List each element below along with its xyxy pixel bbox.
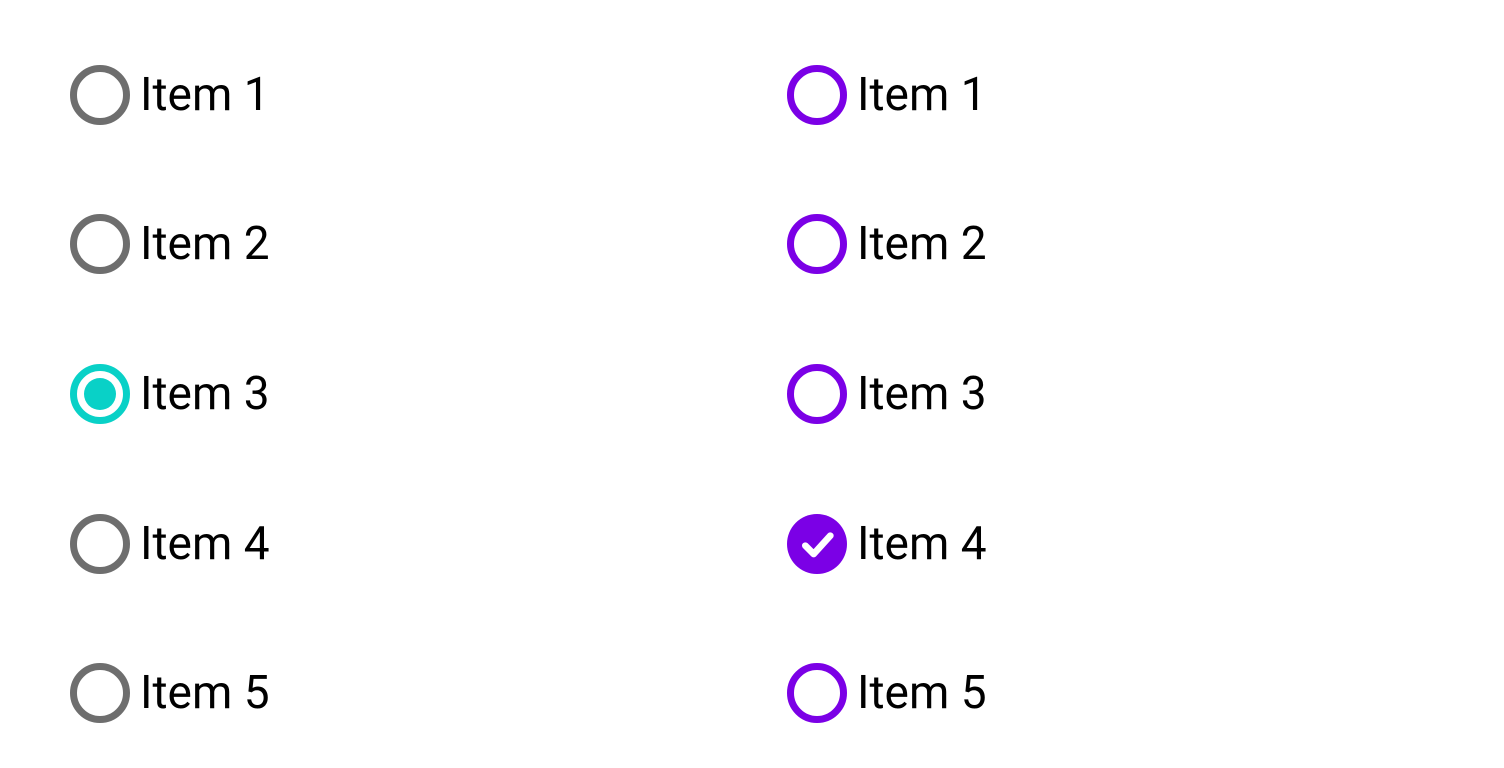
radio-option[interactable]: Item 3 [787,319,1504,469]
radio-unchecked-icon [70,65,130,125]
radio-unchecked-icon [70,663,130,723]
radio-label: Item 2 [857,221,987,267]
radio-unchecked-icon [787,65,847,125]
radio-option[interactable]: Item 5 [70,618,787,768]
radio-option[interactable]: Item 1 [787,20,1504,170]
radio-option[interactable]: Item 2 [70,170,787,320]
radio-label: Item 4 [857,521,987,567]
radio-unchecked-icon [787,663,847,723]
radio-option[interactable]: Item 3 [70,319,787,469]
radio-option[interactable]: Item 4 [787,469,1504,619]
radio-unchecked-icon [70,514,130,574]
radio-unchecked-icon [787,364,847,424]
radio-label: Item 4 [140,521,270,567]
radio-label: Item 5 [857,670,987,716]
radio-option[interactable]: Item 2 [787,170,1504,320]
check-icon [797,524,837,564]
radio-label: Item 1 [857,72,987,118]
radio-checked-icon [70,364,130,424]
radio-unchecked-icon [787,214,847,274]
radio-group-left: Item 1 Item 2 Item 3 Item 4 Item 5 [70,20,787,768]
radio-label: Item 3 [857,371,987,417]
radio-option[interactable]: Item 1 [70,20,787,170]
radio-label: Item 5 [140,670,270,716]
radio-label: Item 1 [140,72,270,118]
radio-label: Item 2 [140,221,270,267]
radio-unchecked-icon [70,214,130,274]
radio-option[interactable]: Item 5 [787,618,1504,768]
radio-group-right: Item 1 Item 2 Item 3 Item 4 Item 5 [787,20,1504,768]
radio-option[interactable]: Item 4 [70,469,787,619]
radio-checked-icon [787,514,847,574]
radio-label: Item 3 [140,371,270,417]
